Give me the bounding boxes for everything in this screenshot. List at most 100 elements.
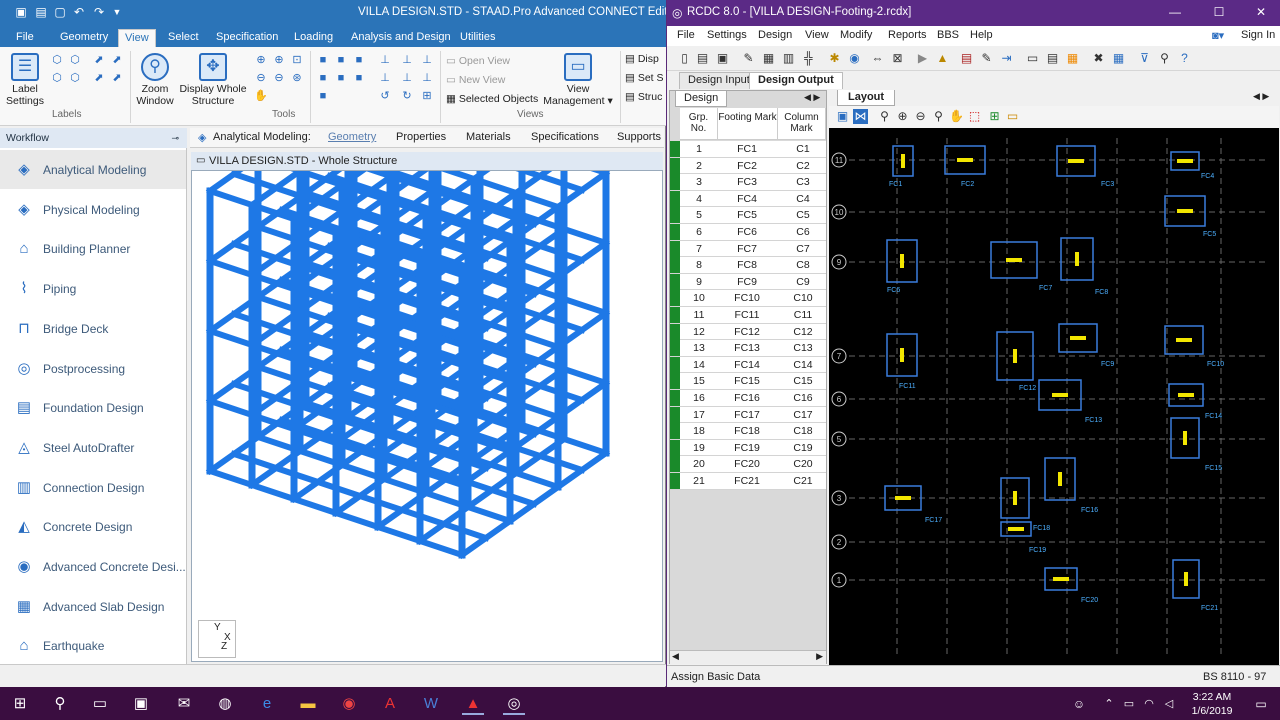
menu-file[interactable]: File (677, 29, 695, 41)
table-row[interactable]: 14 FC14 C14 (670, 356, 826, 374)
measure-icon[interactable]: ▭ (1005, 109, 1020, 124)
view-cube-bottom-icon[interactable]: ■ (352, 72, 366, 84)
table-row[interactable]: 3 FC3 C3 (670, 174, 826, 191)
table-row[interactable]: 5 FC5 C5 (670, 207, 826, 224)
axis-view-2-icon[interactable]: ⊥ (400, 54, 414, 66)
table-row[interactable]: 20 FC20 C20 (670, 456, 826, 473)
tab-design-input[interactable]: Design Input (679, 72, 759, 89)
view-cube-top-icon[interactable]: ■ (334, 72, 348, 84)
workflow-item[interactable]: ◭ Concrete Design (0, 507, 186, 546)
table-row[interactable]: 6 FC6 C6 (670, 224, 826, 241)
export-icon[interactable]: ⇥ (999, 51, 1014, 66)
label-icon-1[interactable]: ⬡ (50, 54, 64, 66)
table-row[interactable]: 9 FC9 C9 (670, 273, 826, 291)
open-file-icon[interactable]: ▤ (695, 51, 710, 66)
display-button[interactable]: ▤ Disp (625, 53, 659, 65)
workflow-item[interactable]: ▤ Foundation Design (0, 388, 186, 427)
user-icon[interactable]: ◙▾ (1212, 29, 1224, 42)
table-row[interactable]: 16 FC16 C16 (670, 390, 826, 407)
label-icon-8[interactable]: ⬈ (110, 72, 124, 84)
workflow-item[interactable]: ⊓ Bridge Deck (0, 309, 186, 348)
zoom-out-icon[interactable]: ⊖ (254, 72, 268, 84)
open-folder-icon[interactable]: ▤ (34, 5, 48, 19)
label-icon-4[interactable]: ⬈ (110, 54, 124, 66)
table-row[interactable]: 10 FC10 C10 (670, 290, 826, 307)
edit-icon[interactable]: ✎ (741, 51, 756, 66)
rotate-left-icon[interactable]: ↺ (378, 90, 392, 102)
scroll-right-icon[interactable]: ▶ (816, 651, 823, 662)
tab-loading[interactable]: Loading (288, 29, 339, 47)
lock-icon[interactable]: ▲ (935, 51, 950, 66)
tab-design-output[interactable]: Design Output (749, 72, 843, 89)
table-row[interactable]: 8 FC8 C8 (670, 257, 826, 274)
table-row[interactable]: 13 FC13 C13 (670, 340, 826, 357)
new-file-icon[interactable]: ▯ (677, 51, 692, 66)
view-cube-back-icon[interactable]: ■ (334, 54, 348, 66)
table-row[interactable]: 11 FC11 C11 (670, 307, 826, 324)
tab-select[interactable]: Select (162, 29, 205, 47)
maximize-icon[interactable]: ☐ (1211, 5, 1227, 19)
view-management-button[interactable]: ▭ View Management ▾ (543, 53, 613, 107)
word-icon[interactable]: W (420, 693, 442, 715)
clipboard-icon[interactable]: ▭ (1025, 51, 1040, 66)
save-icon[interactable]: ▣ (14, 5, 28, 19)
notifications-icon[interactable]: ▭ (1250, 693, 1272, 715)
structure-viewport[interactable]: Y X Z (191, 170, 663, 662)
rotate-right-icon[interactable]: ↻ (400, 90, 414, 102)
select-box-icon[interactable]: ⬚ (967, 109, 982, 124)
label-icon-5[interactable]: ⬡ (50, 72, 64, 84)
dimension-icon[interactable]: ⇔ (870, 51, 885, 66)
file-explorer-icon[interactable]: ▬ (297, 693, 319, 715)
run-icon[interactable]: ▶ (915, 51, 930, 66)
table-row[interactable]: 15 FC15 C15 (670, 373, 826, 390)
table-row[interactable]: 17 FC17 C17 (670, 406, 826, 424)
workflow-item[interactable]: ▦ Advanced Slab Design (0, 587, 186, 626)
layout-nav-arrows-icon[interactable]: ◀ ▶ (1253, 91, 1269, 102)
grid-icon[interactable]: ▦ (761, 51, 776, 66)
document-icon[interactable]: ▤ (1045, 51, 1060, 66)
workflow-item[interactable]: ⌂ Building Planner (0, 229, 186, 268)
horizontal-scrollbar[interactable]: ◀ ▶ (670, 650, 826, 664)
modify-icon[interactable]: ✎ (979, 51, 994, 66)
spreadsheet-icon[interactable]: ▦ (1111, 51, 1126, 66)
autocad-icon[interactable]: A (379, 693, 401, 715)
view-cube-left-icon[interactable]: ■ (352, 54, 366, 66)
sign-in-link[interactable]: Sign In (1241, 29, 1275, 41)
axis-view-3-icon[interactable]: ⊥ (420, 54, 434, 66)
label-icon-7[interactable]: ⬈ (92, 72, 106, 84)
zoom-icon[interactable]: ⚲ (877, 109, 892, 124)
bbs-icon[interactable]: ▦ (1065, 51, 1080, 66)
workflow-item[interactable]: ◬ Steel AutoDrafter (0, 428, 186, 467)
zoom-out-icon[interactable]: ⊖ (913, 109, 928, 124)
minimize-icon[interactable]: — (1167, 5, 1183, 19)
workflow-item[interactable]: ⌇ Piping (0, 269, 186, 308)
tab-geometry[interactable]: Geometry (54, 29, 114, 47)
menu-design[interactable]: Design (758, 29, 792, 41)
store-icon[interactable]: ▣ (130, 693, 152, 715)
label-icon-3[interactable]: ⬈ (92, 54, 106, 66)
table-row[interactable]: 21 FC21 C21 (670, 473, 826, 490)
zoom-out-2-icon[interactable]: ⊖ (272, 72, 286, 84)
table-row[interactable]: 7 FC7 C7 (670, 240, 826, 258)
column-icon[interactable]: ╬ (801, 51, 816, 66)
workflow-item[interactable]: ◈ Analytical Modeling (0, 150, 186, 189)
menu-modify[interactable]: Modify (840, 29, 872, 41)
show-hidden-icons-icon[interactable]: ⌃ (1098, 693, 1120, 715)
save-icon[interactable]: ▣ (715, 51, 730, 66)
zoom-in-icon[interactable]: ⊕ (254, 54, 268, 66)
display-whole-structure-button[interactable]: ✥ Display Whole Structure (176, 53, 250, 107)
people-icon[interactable]: ☺ (1068, 693, 1090, 715)
windows-start-icon[interactable]: ⊞ (9, 693, 31, 715)
axis-view-4-icon[interactable]: ⊥ (378, 72, 392, 84)
menu-reports[interactable]: Reports (888, 29, 927, 41)
system-clock[interactable]: 3:22 AM 1/6/2019 (1182, 690, 1242, 718)
menu-help[interactable]: Help (970, 29, 993, 41)
undo-icon[interactable]: ↶ (72, 5, 86, 19)
workflow-item[interactable]: ◉ Advanced Concrete Desi... (0, 547, 186, 586)
scroll-left-icon[interactable]: ◀ (672, 651, 679, 662)
tab-supports-page[interactable]: Supports (617, 131, 661, 143)
mail-icon[interactable]: ✉ (173, 693, 195, 715)
folder-icon[interactable]: ▢ (53, 5, 67, 19)
view-cube-iso-icon[interactable]: ■ (316, 90, 330, 102)
table-row[interactable]: 4 FC4 C4 (670, 190, 826, 208)
